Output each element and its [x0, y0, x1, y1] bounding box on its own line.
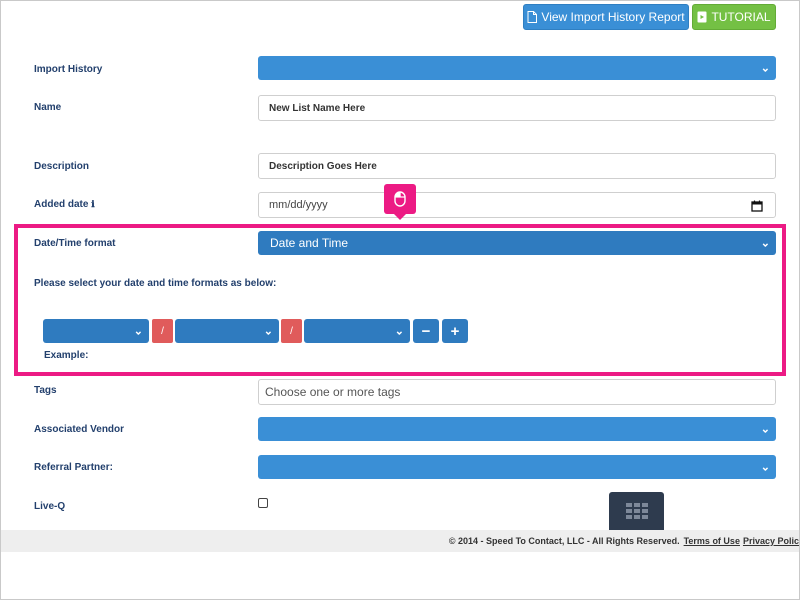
tags-placeholder: Choose one or more tags: [265, 385, 401, 399]
chevron-down-icon: ⌄: [760, 461, 770, 474]
referral-partner-select[interactable]: ⌄: [258, 455, 776, 479]
separator-2[interactable]: /: [281, 319, 302, 343]
chevron-down-icon: ⌄: [760, 423, 770, 436]
calendar-icon[interactable]: [751, 200, 763, 212]
chevron-down-icon: ⌄: [760, 62, 770, 75]
privacy-policy-link[interactable]: Privacy Polic: [743, 536, 799, 546]
tutorial-label: TUTORIAL: [711, 10, 771, 24]
example-label: Example:: [44, 350, 89, 361]
date-part-3-select[interactable]: ⌄: [304, 319, 410, 343]
remove-format-button[interactable]: −: [413, 319, 439, 343]
chevron-down-icon: ⌄: [263, 325, 273, 338]
tags-input[interactable]: Choose one or more tags: [258, 379, 776, 405]
terms-of-use-link[interactable]: Terms of Use: [684, 536, 740, 546]
description-input-value: Description Goes Here: [269, 160, 377, 172]
date-part-2-select[interactable]: ⌄: [175, 319, 279, 343]
info-icon[interactable]: ℹ: [91, 199, 94, 209]
keypad-icon: [625, 503, 648, 519]
footer: © 2014 - Speed To Contact, LLC - All Rig…: [1, 530, 799, 552]
chevron-down-icon: ⌄: [760, 237, 770, 250]
datetime-format-value: Date and Time: [270, 236, 349, 250]
add-format-button[interactable]: +: [442, 319, 468, 343]
name-label: Name: [34, 102, 62, 113]
chevron-down-icon: ⌄: [133, 325, 143, 338]
live-q-checkbox[interactable]: [258, 498, 268, 508]
view-import-history-button[interactable]: View Import History Report: [523, 4, 689, 30]
associated-vendor-label: Associated Vendor: [34, 424, 125, 435]
mouse-icon: [394, 191, 406, 207]
added-date-input[interactable]: mm/dd/yyyy: [258, 192, 776, 218]
tags-label: Tags: [34, 385, 57, 396]
description-label: Description: [34, 161, 90, 172]
chevron-down-icon: ⌄: [394, 325, 404, 338]
tutorial-button[interactable]: TUTORIAL: [692, 4, 776, 30]
keypad-widget[interactable]: [609, 492, 664, 530]
datetime-format-select[interactable]: Date and Time ⌄: [258, 231, 776, 255]
video-icon: [697, 11, 707, 23]
view-import-history-label: View Import History Report: [541, 10, 685, 24]
datetime-format-label: Date/Time format: [34, 238, 116, 249]
name-input[interactable]: New List Name Here: [258, 95, 776, 121]
name-input-value: New List Name Here: [269, 102, 366, 114]
added-date-placeholder: mm/dd/yyyy: [269, 199, 328, 211]
import-history-select[interactable]: ⌄: [258, 56, 776, 80]
added-date-label-text: Added date: [34, 199, 89, 210]
referral-partner-label: Referral Partner:: [34, 462, 113, 473]
import-history-label: Import History: [34, 64, 103, 75]
description-input[interactable]: Description Goes Here: [258, 153, 776, 179]
separator-1[interactable]: /: [152, 319, 173, 343]
live-q-label: Live-Q: [34, 501, 66, 512]
mouse-click-indicator: [384, 184, 416, 220]
document-icon: [527, 11, 538, 23]
formats-instruction: Please select your date and time formats…: [34, 278, 277, 289]
copyright-text: © 2014 - Speed To Contact, LLC - All Rig…: [448, 536, 680, 546]
added-date-label: Added date ℹ: [34, 199, 95, 210]
associated-vendor-select[interactable]: ⌄: [258, 417, 776, 441]
date-part-1-select[interactable]: ⌄: [43, 319, 149, 343]
